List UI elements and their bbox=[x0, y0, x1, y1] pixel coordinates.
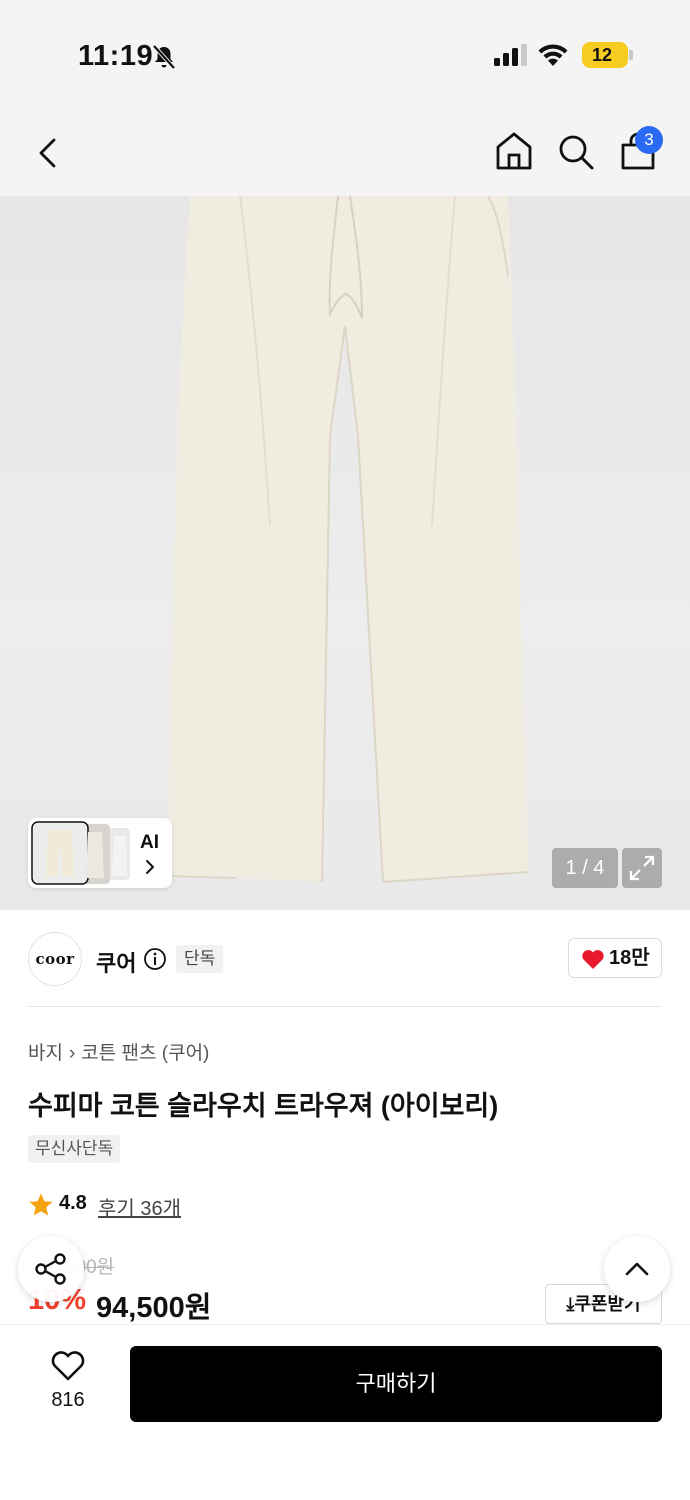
info-icon[interactable] bbox=[143, 947, 167, 971]
ai-similar-thumbnail[interactable]: AI bbox=[28, 818, 172, 888]
signal-icon bbox=[494, 44, 528, 66]
breadcrumb-category[interactable]: 바지 bbox=[28, 1043, 63, 1064]
chevron-right-icon bbox=[144, 858, 156, 876]
bell-slash-icon bbox=[152, 44, 176, 70]
battery-level: 12 bbox=[582, 42, 622, 68]
brand-logo[interactable]: coor bbox=[28, 932, 82, 986]
battery-cap bbox=[629, 50, 633, 60]
top-nav: 3 bbox=[0, 110, 690, 196]
thumbnail-images bbox=[30, 820, 134, 886]
share-button[interactable] bbox=[18, 1236, 84, 1302]
product-image-gallery[interactable]: AI 1 / 4 bbox=[0, 196, 690, 910]
image-counter: 1 / 4 bbox=[552, 848, 618, 888]
rating-value: 4.8 bbox=[59, 1192, 87, 1215]
wifi-icon bbox=[537, 42, 569, 66]
bottom-purchase-bar: 816 구매하기 bbox=[0, 1324, 690, 1500]
sale-price: 94,500원 bbox=[96, 1284, 211, 1326]
wishlist-count: 816 bbox=[36, 1389, 100, 1412]
buy-button[interactable]: 구매하기 bbox=[130, 1346, 662, 1422]
star-icon bbox=[28, 1192, 54, 1218]
exclusive-tag: 무신사단독 bbox=[28, 1135, 120, 1163]
breadcrumb: 바지 › 코튼 팬츠 (쿠어) bbox=[28, 1038, 209, 1065]
divider bbox=[28, 1006, 662, 1007]
brand-like-button[interactable]: 18만 bbox=[568, 938, 662, 978]
product-title: 수피마 코튼 슬라우치 트라우져 (아이보리) bbox=[28, 1084, 498, 1123]
cart-count-badge: 3 bbox=[635, 126, 663, 154]
chevron-right-icon: › bbox=[69, 1043, 75, 1065]
share-icon bbox=[34, 1252, 68, 1286]
scroll-top-button[interactable] bbox=[604, 1236, 670, 1302]
expand-button[interactable] bbox=[622, 848, 662, 888]
ai-label: AI bbox=[140, 832, 159, 854]
review-count-link[interactable]: 후기 36개 bbox=[98, 1192, 181, 1221]
wishlist-button[interactable]: 816 bbox=[36, 1349, 100, 1419]
status-bar: 11:19 12 bbox=[0, 0, 690, 110]
back-icon[interactable] bbox=[30, 132, 70, 174]
status-time: 11:19 bbox=[78, 40, 153, 73]
home-icon[interactable] bbox=[494, 130, 534, 172]
heart-icon bbox=[581, 949, 605, 970]
brand-like-count: 18만 bbox=[609, 939, 650, 977]
battery-icon: 12 bbox=[582, 42, 628, 68]
product-image bbox=[0, 196, 690, 910]
heart-outline-icon bbox=[51, 1351, 85, 1381]
brand-name[interactable]: 쿠어 bbox=[96, 946, 136, 978]
search-icon[interactable] bbox=[556, 132, 596, 172]
chevron-up-icon bbox=[624, 1258, 650, 1280]
brand-exclusive-badge: 단독 bbox=[176, 945, 223, 973]
breadcrumb-subcategory[interactable]: 코튼 팬츠 (쿠어) bbox=[81, 1043, 209, 1064]
expand-icon bbox=[622, 848, 662, 888]
